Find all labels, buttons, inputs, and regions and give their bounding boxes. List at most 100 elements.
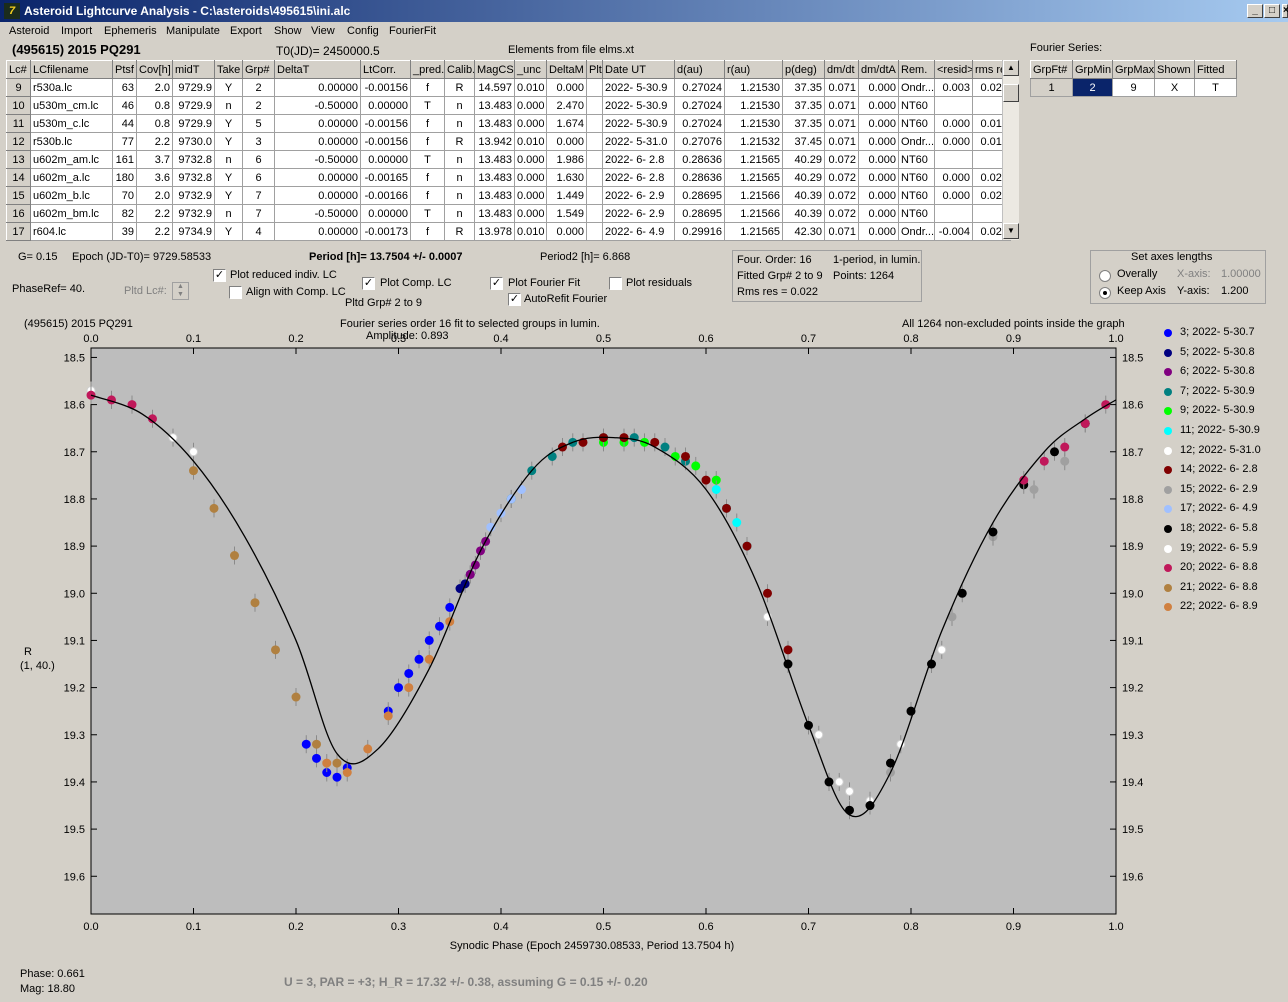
table-cell[interactable]: 13.483 — [474, 186, 515, 205]
table-cell[interactable]: u602m_b.lc — [30, 186, 113, 205]
table-row[interactable]: 14 u602m_a.lc 180 3.6 9732.8 Y 6 0.00000 -0.0016… — [6, 168, 1011, 187]
table-cell[interactable]: 0.000 — [514, 186, 547, 205]
table-cell[interactable]: 1.21565 — [724, 168, 783, 187]
table-cell[interactable]: NT60 — [898, 150, 935, 169]
column-header[interactable]: dm/dtA — [858, 60, 899, 79]
table-cell[interactable]: 44 — [112, 114, 137, 133]
table-cell[interactable]: 0.8 — [136, 96, 173, 115]
fs-column-header[interactable]: GrpFt# — [1030, 60, 1073, 79]
column-header[interactable]: Plt — [586, 60, 603, 79]
table-cell[interactable]: 0.27024 — [674, 96, 725, 115]
table-cell[interactable]: 1.21565 — [724, 150, 783, 169]
table-cell[interactable]: 2 — [242, 78, 275, 97]
table-cell[interactable]: Y — [214, 186, 243, 205]
row-header[interactable]: 10 — [6, 96, 31, 115]
table-cell[interactable]: -0.00166 — [360, 186, 411, 205]
table-cell[interactable]: f — [410, 114, 445, 133]
table-cell[interactable]: 0.28695 — [674, 204, 725, 223]
table-cell[interactable]: f — [410, 186, 445, 205]
table-cell[interactable] — [586, 168, 603, 187]
table-cell[interactable]: 9732.9 — [172, 204, 215, 223]
table-cell[interactable]: 1.21566 — [724, 186, 783, 205]
table-row[interactable]: 9 r530a.lc 63 2.0 9729.9 Y 2 0.00000 -0.00156 f R 1… — [6, 78, 1011, 97]
plot-residuals-checkbox[interactable] — [609, 277, 622, 290]
column-header[interactable]: DeltaT — [274, 60, 361, 79]
table-cell[interactable]: n — [444, 96, 475, 115]
table-cell[interactable]: 0.00000 — [274, 168, 361, 187]
table-cell[interactable]: 82 — [112, 204, 137, 223]
column-header[interactable]: r(au) — [724, 60, 783, 79]
table-cell[interactable]: 0.8 — [136, 114, 173, 133]
table-cell[interactable]: 9732.8 — [172, 168, 215, 187]
table-row[interactable]: 13 u602m_am.lc 161 3.7 9732.8 n 6 -0.50000 0.000… — [6, 150, 1011, 169]
table-cell[interactable]: 0.000 — [546, 222, 587, 241]
x-axis-value[interactable]: 1.00000 — [1221, 268, 1261, 280]
table-cell[interactable]: 0.003 — [934, 78, 973, 97]
column-header[interactable]: Rem. — [898, 60, 935, 79]
table-cell[interactable]: 42.30 — [782, 222, 825, 241]
row-header[interactable]: 11 — [6, 114, 31, 133]
column-header[interactable]: _unc — [514, 60, 547, 79]
table-cell[interactable]: 40.39 — [782, 186, 825, 205]
keep-axis-radio[interactable] — [1099, 287, 1111, 299]
table-cell[interactable]: 0.000 — [514, 150, 547, 169]
table-cell[interactable]: 6 — [242, 150, 275, 169]
table-cell[interactable]: 7 — [242, 204, 275, 223]
table-cell[interactable] — [586, 78, 603, 97]
menu-view[interactable]: View — [311, 25, 335, 37]
column-header[interactable]: midT — [172, 60, 215, 79]
menu-import[interactable]: Import — [61, 25, 92, 37]
table-cell[interactable]: 0.000 — [514, 114, 547, 133]
column-header[interactable]: LCfilename — [30, 60, 113, 79]
table-cell[interactable]: 0.010 — [514, 78, 547, 97]
table-cell[interactable]: u602m_bm.lc — [30, 204, 113, 223]
table-cell[interactable]: 14.597 — [474, 78, 515, 97]
pltd-grp-label[interactable]: Pltd Grp# 2 to 9 — [345, 297, 422, 309]
table-cell[interactable]: -0.00156 — [360, 114, 411, 133]
table-cell[interactable]: 13.483 — [474, 114, 515, 133]
table-cell[interactable]: 2.0 — [136, 186, 173, 205]
table-cell[interactable]: r604.lc — [30, 222, 113, 241]
table-cell[interactable]: 2.0 — [136, 78, 173, 97]
pltd-lc-spinner[interactable]: ▲ ▼ — [172, 282, 189, 300]
table-cell[interactable]: 7 — [242, 186, 275, 205]
table-cell[interactable]: T — [410, 96, 445, 115]
table-cell[interactable]: 0.000 — [858, 114, 899, 133]
fs-grpmax[interactable]: 9 — [1112, 78, 1155, 97]
table-cell[interactable]: -0.00156 — [360, 78, 411, 97]
table-cell[interactable]: Ondr... — [898, 132, 935, 151]
align-checkbox[interactable] — [229, 286, 242, 299]
table-cell[interactable]: R — [444, 132, 475, 151]
table-row[interactable]: 12 r530b.lc 77 2.2 9730.0 Y 3 0.00000 -0.00156 f R… — [6, 132, 1011, 151]
table-cell[interactable]: f — [410, 78, 445, 97]
table-cell[interactable]: 9729.9 — [172, 78, 215, 97]
table-cell[interactable]: n — [444, 204, 475, 223]
table-cell[interactable]: u602m_am.lc — [30, 150, 113, 169]
column-header[interactable]: Calib. — [444, 60, 475, 79]
table-cell[interactable]: 0.000 — [546, 132, 587, 151]
table-cell[interactable]: f — [410, 222, 445, 241]
table-cell[interactable]: Y — [214, 222, 243, 241]
period-value[interactable]: Period [h]= 13.7504 +/- 0.0007 — [309, 251, 462, 263]
column-header[interactable]: d(au) — [674, 60, 725, 79]
table-cell[interactable]: n — [444, 186, 475, 205]
menu-ephemeris[interactable]: Ephemeris — [104, 25, 157, 37]
column-header[interactable]: MagCS — [474, 60, 515, 79]
table-cell[interactable]: 0.071 — [824, 222, 859, 241]
table-row[interactable]: 17 r604.lc 39 2.2 9734.9 Y 4 0.00000 -0.00173 f R 1… — [6, 222, 1011, 241]
table-cell[interactable]: 0.000 — [934, 132, 973, 151]
table-cell[interactable]: 0.28636 — [674, 150, 725, 169]
table-cell[interactable]: 0.071 — [824, 96, 859, 115]
table-cell[interactable]: n — [444, 150, 475, 169]
menu-config[interactable]: Config — [347, 25, 379, 37]
table-cell[interactable]: r530b.lc — [30, 132, 113, 151]
row-header[interactable]: 14 — [6, 168, 31, 187]
fs-column-header[interactable]: GrpMax — [1112, 60, 1155, 79]
plot-reduced-checkbox[interactable]: ✓ — [213, 269, 226, 282]
column-header[interactable]: Grp# — [242, 60, 275, 79]
menu-fourierfit[interactable]: FourierFit — [389, 25, 436, 37]
table-cell[interactable]: 1.21532 — [724, 132, 783, 151]
table-cell[interactable]: 0.27024 — [674, 114, 725, 133]
table-cell[interactable]: 0.000 — [858, 150, 899, 169]
table-cell[interactable]: 0.071 — [824, 114, 859, 133]
